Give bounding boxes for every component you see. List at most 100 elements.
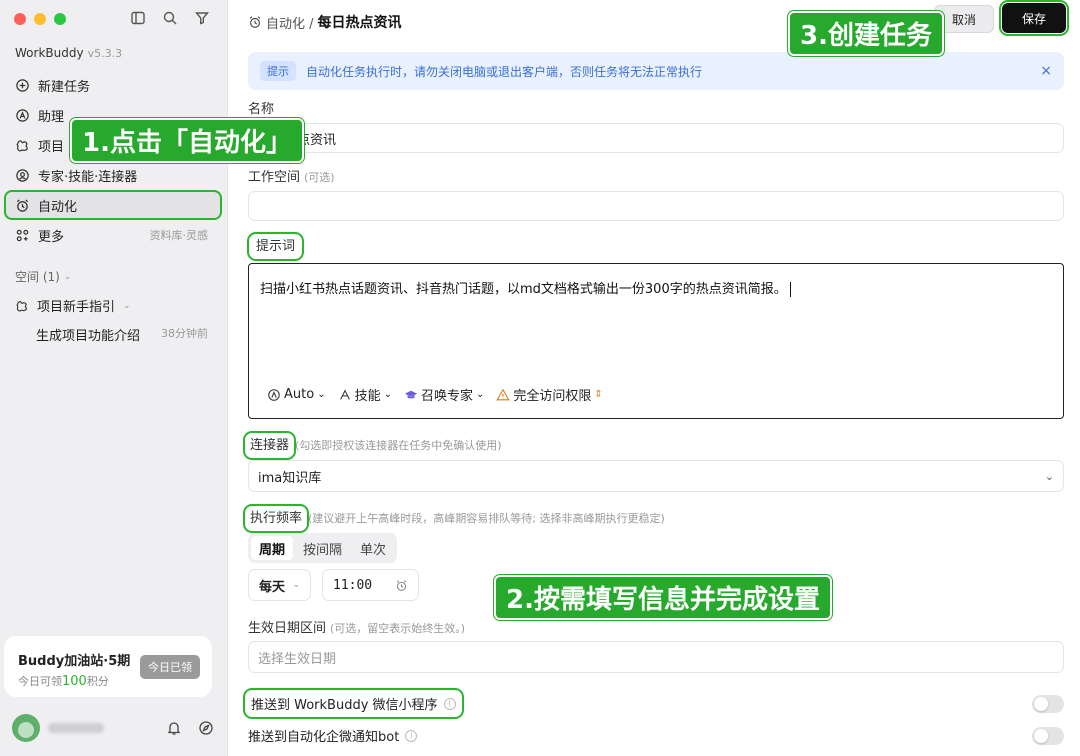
tab-periodic[interactable]: 周期 xyxy=(251,536,294,560)
promo-points: 100 xyxy=(62,674,87,689)
sidebar-item-label: 项目 xyxy=(38,139,65,155)
user-actions xyxy=(166,720,214,736)
push-wechat-text: 推送到 WorkBuddy 微信小程序 xyxy=(251,698,438,713)
frequency-tabs: 周期 按间隔 单次 xyxy=(248,533,398,563)
prompt-label: 提示词 xyxy=(246,232,305,261)
info-icon[interactable]: i xyxy=(405,729,418,742)
connector-hint: (勾选即授权该连接器在任务中免确认使用) xyxy=(295,439,502,452)
chevron-down-icon: ⌄ xyxy=(63,271,72,282)
warning-icon xyxy=(496,388,511,400)
graduation-cap-icon xyxy=(404,390,418,398)
sidebar-toolbar xyxy=(130,10,210,26)
skills-select[interactable]: 技能 ⌄ xyxy=(338,385,392,404)
alarm-clock-icon xyxy=(249,16,261,28)
avatar[interactable] xyxy=(12,714,40,742)
experts-select[interactable]: 召唤专家 ⌄ xyxy=(404,385,484,404)
push-wechat-row: 推送到 WorkBuddy 微信小程序 i xyxy=(243,688,1064,719)
sidebar: WorkBuddy v5.3.3 新建任务 助理 项目 专家·技能·连接器 自动化… xyxy=(0,0,228,756)
prompt-textarea[interactable]: 扫描小红书热点话题资讯、抖音热门话题，以md文档格式输出一份300字的热点资讯简… xyxy=(248,263,1064,419)
project-guide-item[interactable]: 项目新手指引 ⌄ xyxy=(15,296,131,315)
compass-icon[interactable] xyxy=(198,720,214,736)
chevron-down-icon: ⌄ xyxy=(317,389,326,400)
bell-icon[interactable] xyxy=(166,720,182,736)
chevron-down-icon: ⌄ xyxy=(123,300,131,311)
time-picker[interactable]: 11:00 xyxy=(322,569,419,601)
text-caret xyxy=(789,282,791,297)
frequency-hint: (建议避开上午高峰时段，高峰期容易排队等待; 选择非高峰期执行更稳定) xyxy=(308,512,665,525)
close-icon[interactable]: × xyxy=(1040,63,1052,79)
callout-step-1: 1.点击「自动化」 xyxy=(70,118,304,163)
chevron-down-icon: ⌄ xyxy=(1044,469,1054,483)
chevron-down-icon: ⌄ xyxy=(476,389,485,400)
expert-icon xyxy=(16,168,29,182)
tab-once[interactable]: 单次 xyxy=(352,536,394,560)
plus-bubble-icon xyxy=(16,78,29,92)
frequency-label: 执行频率 (建议避开上午高峰时段，高峰期容易排队等待; 选择非高峰期执行更稳定) xyxy=(242,504,665,533)
push-wechat-toggle[interactable] xyxy=(1032,694,1064,713)
frequency-unit-value: 每天 xyxy=(259,579,286,595)
name-label: 名称 xyxy=(248,98,274,117)
search-icon[interactable] xyxy=(162,10,178,26)
access-select[interactable]: 完全访问权限 ⇕ xyxy=(496,385,603,404)
sidebar-item-experts[interactable]: 专家·技能·连接器 xyxy=(4,160,222,190)
info-icon[interactable]: i xyxy=(443,697,456,710)
sidebar-item-automation[interactable]: 自动化 xyxy=(4,190,222,220)
promo-card[interactable]: Buddy加油站·5期 今日可领100积分 今日已领 xyxy=(4,636,212,697)
assistant-icon xyxy=(16,108,29,122)
promo-suffix: 积分 xyxy=(86,675,109,688)
username-blurred xyxy=(48,723,104,733)
connector-select[interactable]: ima知识库 ⌄ xyxy=(248,460,1064,492)
breadcrumb-parent[interactable]: 自动化 / xyxy=(266,13,314,32)
space-section-toggle[interactable]: 空间 (1) ⌄ xyxy=(15,268,71,285)
callout-step-2: 2.按需填写信息并完成设置 xyxy=(494,575,832,620)
skills-icon xyxy=(339,388,350,400)
project-icon xyxy=(16,300,27,312)
workspace-label-text: 工作空间 xyxy=(248,170,301,185)
app-brand: WorkBuddy v5.3.3 xyxy=(15,46,122,60)
connector-value: ima知识库 xyxy=(258,470,322,486)
frequency-unit-select[interactable]: 每天 ⌄ xyxy=(248,569,311,601)
workspace-hint: (可选) xyxy=(304,171,335,184)
sidebar-item-label: 助理 xyxy=(38,109,65,125)
chevron-down-icon: ⌄ xyxy=(383,389,392,400)
sidebar-item-more[interactable]: 更多 资料库·灵感 xyxy=(4,220,222,250)
task-list-item[interactable]: 生成项目功能介绍 38分钟前 xyxy=(36,325,208,344)
close-window-button[interactable] xyxy=(14,13,26,25)
save-button[interactable]: 保存 xyxy=(999,0,1069,36)
filter-icon[interactable] xyxy=(194,10,210,26)
chevron-updown-icon: ⇕ xyxy=(594,389,603,400)
prompt-text: 扫描小红书热点话题资讯、抖音热门话题，以md文档格式输出一份300字的热点资讯简… xyxy=(260,278,791,297)
experts-label: 召唤专家 xyxy=(420,389,473,404)
access-label: 完全访问权限 xyxy=(513,389,592,404)
tab-interval[interactable]: 按间隔 xyxy=(295,536,350,560)
space-label: 空间 (1) xyxy=(15,270,60,284)
sidebar-toggle-icon[interactable] xyxy=(130,10,146,26)
model-select[interactable]: Auto ⌄ xyxy=(267,387,326,402)
page-title: 每日热点资讯 xyxy=(317,15,402,31)
date-range-hint: (可选，留空表示始终生效。) xyxy=(330,622,466,635)
push-wechat-label: 推送到 WorkBuddy 微信小程序 i xyxy=(243,688,464,719)
connector-label: 连接器 (勾选即授权该连接器在任务中免确认使用) xyxy=(242,431,502,460)
notice-message: 自动化任务执行时，请勿关闭电脑或退出客户端，否则任务将无法正常执行 xyxy=(306,64,703,79)
user-bar xyxy=(12,712,218,744)
maximize-window-button[interactable] xyxy=(54,13,66,25)
time-value: 11:00 xyxy=(333,577,373,593)
minimize-window-button[interactable] xyxy=(34,13,46,25)
window-controls xyxy=(14,13,66,25)
push-wecom-toggle[interactable] xyxy=(1032,726,1064,745)
name-field[interactable]: 每日热点资讯 xyxy=(248,123,1064,153)
main-panel: 自动化 / 每日热点资讯 取消 保存 提示 自动化任务执行时，请勿关闭电脑或退出… xyxy=(228,0,1080,756)
workspace-field[interactable] xyxy=(248,191,1064,221)
sidebar-item-label: 专家·技能·连接器 xyxy=(38,169,138,185)
promo-claimed-button[interactable]: 今日已领 xyxy=(140,655,200,679)
sidebar-item-new-task[interactable]: 新建任务 xyxy=(4,70,222,100)
frequency-label-text: 执行频率 xyxy=(242,504,310,533)
date-range-label: 生效日期区间 (可选，留空表示始终生效。) xyxy=(248,617,465,636)
sidebar-item-more-hint: 资料库·灵感 xyxy=(149,229,209,242)
sidebar-item-label: 更多 xyxy=(38,229,65,245)
skills-label: 技能 xyxy=(354,389,381,404)
connector-label-text: 连接器 xyxy=(242,431,297,460)
date-range-field[interactable]: 选择生效日期 xyxy=(248,641,1064,673)
project-guide-label: 项目新手指引 xyxy=(37,300,116,315)
sidebar-item-label: 自动化 xyxy=(38,199,78,215)
